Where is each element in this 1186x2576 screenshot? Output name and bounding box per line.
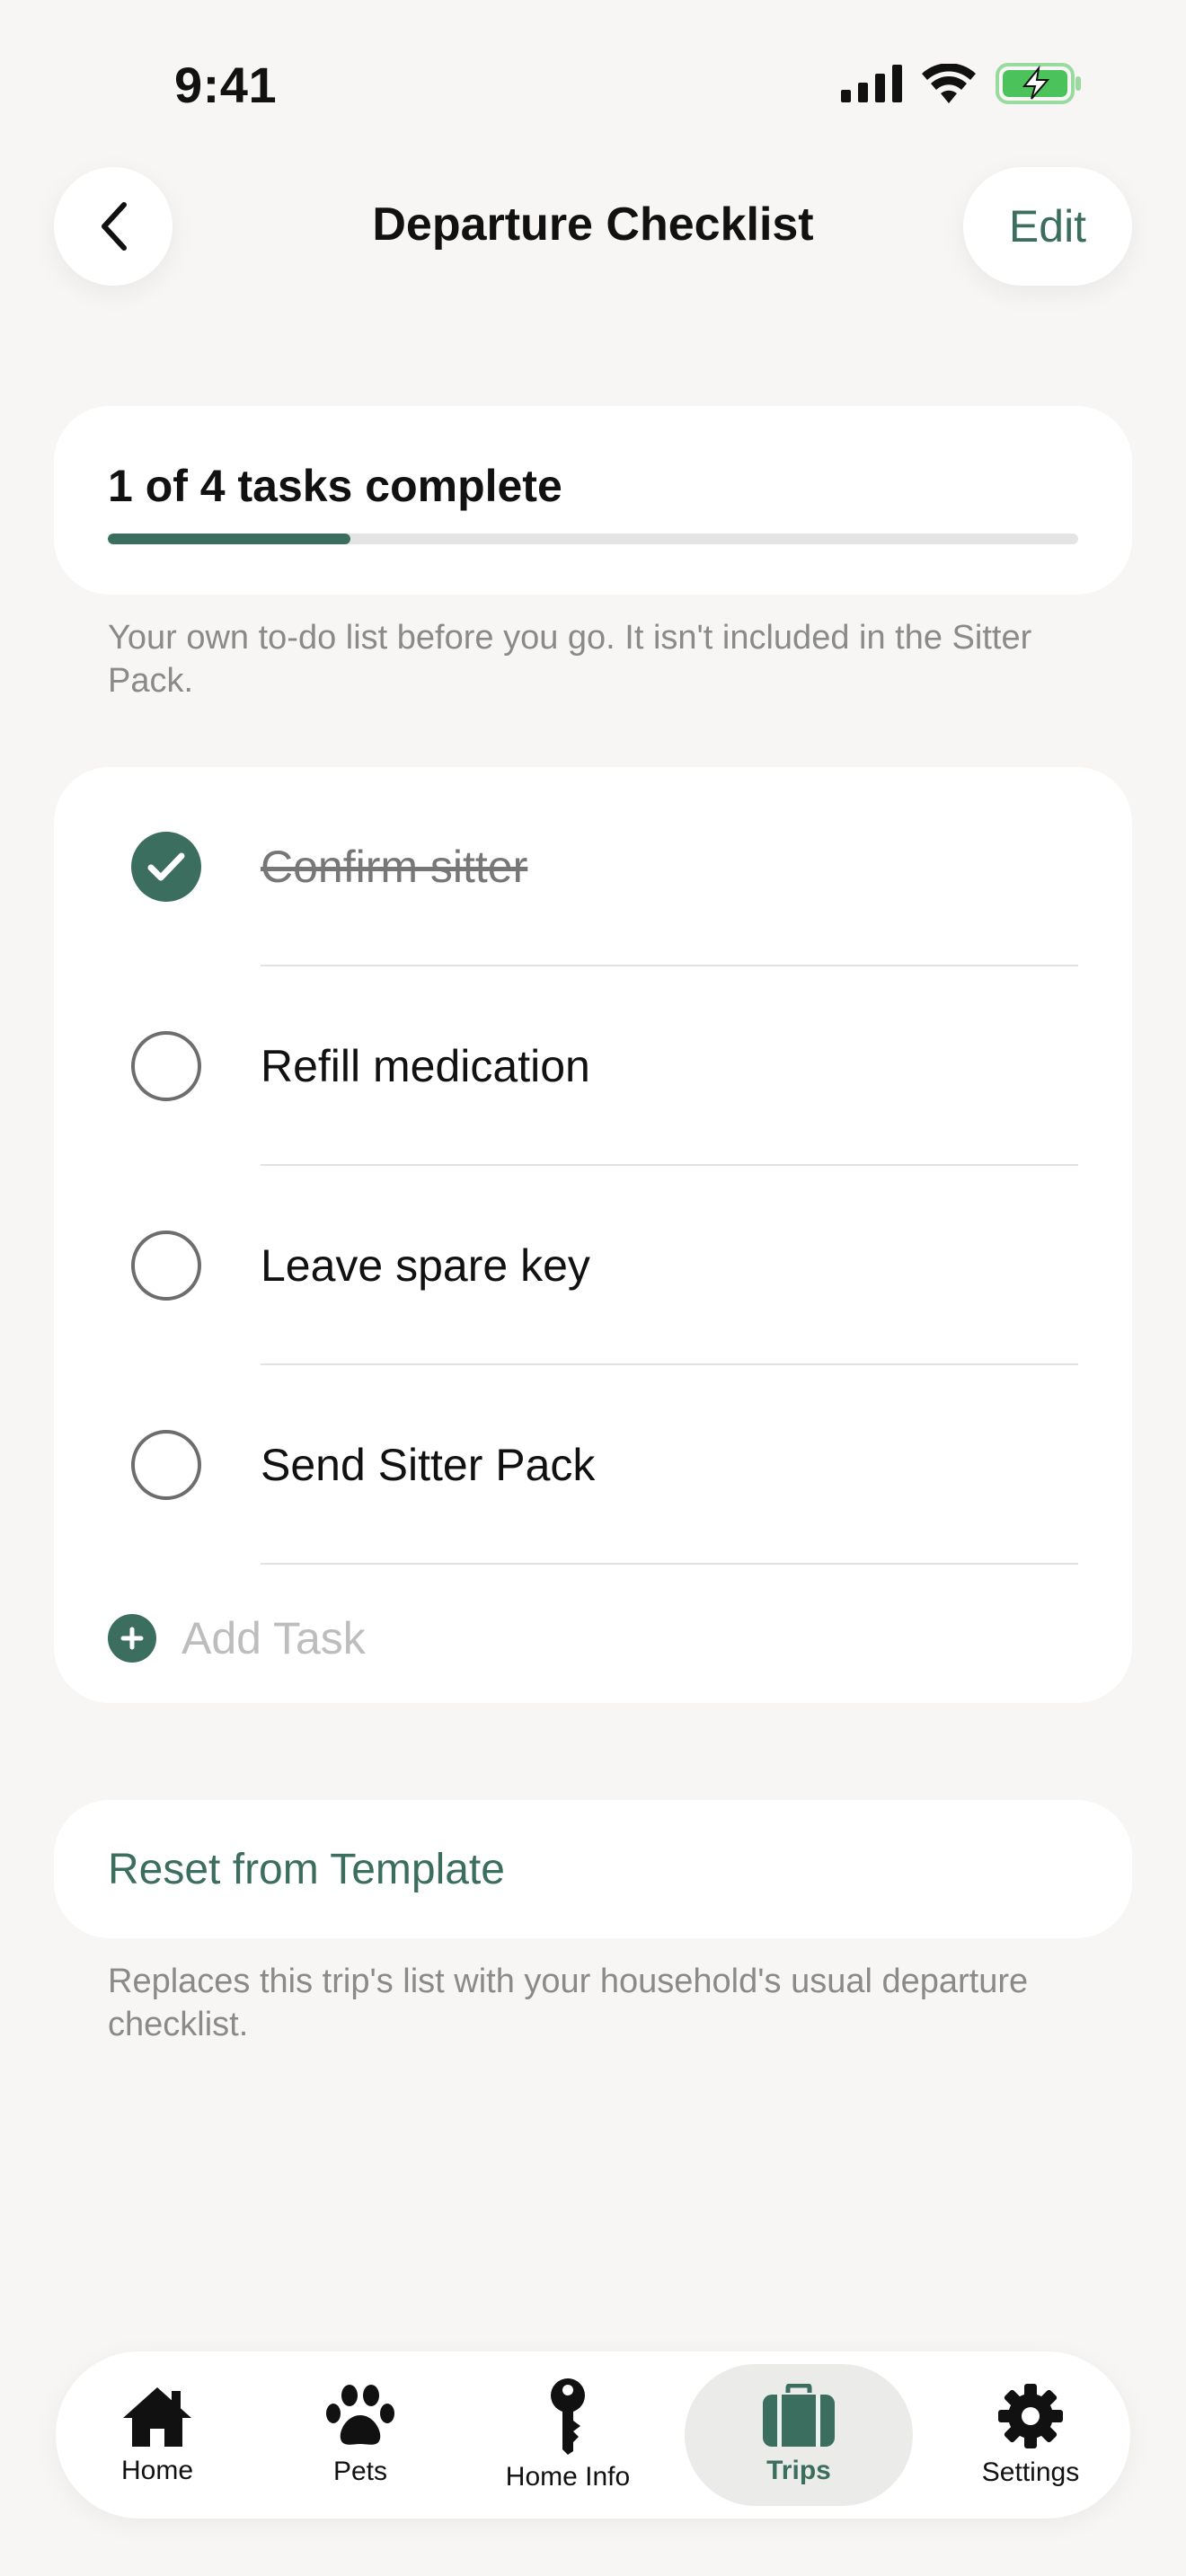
paw-icon <box>326 2385 394 2445</box>
tab-label: Settings <box>981 2457 1080 2487</box>
house-icon <box>123 2387 191 2447</box>
tab-trips[interactable]: Trips <box>685 2364 913 2506</box>
progress-label: 1 of 4 tasks complete <box>108 461 562 511</box>
tab-settings[interactable]: Settings <box>945 2351 1116 2519</box>
tab-home-info[interactable]: Home Info <box>478 2351 658 2519</box>
tab-bar: Home Pets Home Info Trips Settings <box>56 2351 1130 2519</box>
task-label: Confirm sitter <box>261 842 528 892</box>
status-icons <box>841 63 1082 104</box>
task-list: Confirm sitter Refill medication Leave s… <box>54 767 1132 1703</box>
reset-caption: Replaces this trip's list with your hous… <box>108 1963 1029 2043</box>
gear-icon <box>998 2384 1063 2448</box>
tab-label: Home Info <box>505 2462 631 2492</box>
progress-bar-fill <box>108 534 350 544</box>
task-row[interactable]: Refill medication <box>54 966 1132 1166</box>
task-label: Send Sitter Pack <box>261 1440 596 1490</box>
task-label: Refill medication <box>261 1041 590 1091</box>
checkmark-icon <box>147 852 185 881</box>
reset-from-template-button[interactable]: Reset from Template <box>54 1800 1132 1938</box>
wifi-icon <box>922 64 976 103</box>
add-task-button[interactable]: Add Task <box>108 1602 366 1674</box>
suitcase-icon <box>763 2384 835 2447</box>
divider <box>261 1563 1078 1565</box>
checklist-caption: Your own to-do list before you go. It is… <box>108 619 1032 700</box>
task-checkbox[interactable] <box>131 1231 201 1301</box>
task-checkbox[interactable] <box>131 1031 201 1101</box>
add-task-label: Add Task <box>181 1613 366 1663</box>
tab-label: Pets <box>332 2457 388 2486</box>
tab-pets[interactable]: Pets <box>275 2351 446 2519</box>
progress-bar <box>108 534 1078 544</box>
task-row[interactable]: Confirm sitter <box>54 767 1132 966</box>
reset-label: Reset from Template <box>108 1845 505 1893</box>
edit-button[interactable]: Edit <box>963 167 1132 286</box>
key-icon <box>551 2378 585 2455</box>
plus-circle-icon <box>108 1614 156 1663</box>
task-checkbox[interactable] <box>131 1430 201 1500</box>
progress-card: 1 of 4 tasks complete <box>54 406 1132 595</box>
tab-label: Home <box>120 2456 194 2485</box>
status-time: 9:41 <box>174 57 278 113</box>
task-checkbox-checked[interactable] <box>131 832 201 902</box>
task-label: Leave spare key <box>261 1240 590 1291</box>
cellular-signal-icon <box>841 65 902 102</box>
battery-charging-icon <box>996 63 1081 104</box>
tab-label: Trips <box>766 2456 831 2485</box>
task-row[interactable]: Leave spare key <box>54 1166 1132 1365</box>
task-row[interactable]: Send Sitter Pack <box>54 1365 1132 1565</box>
tab-home[interactable]: Home <box>72 2351 243 2519</box>
